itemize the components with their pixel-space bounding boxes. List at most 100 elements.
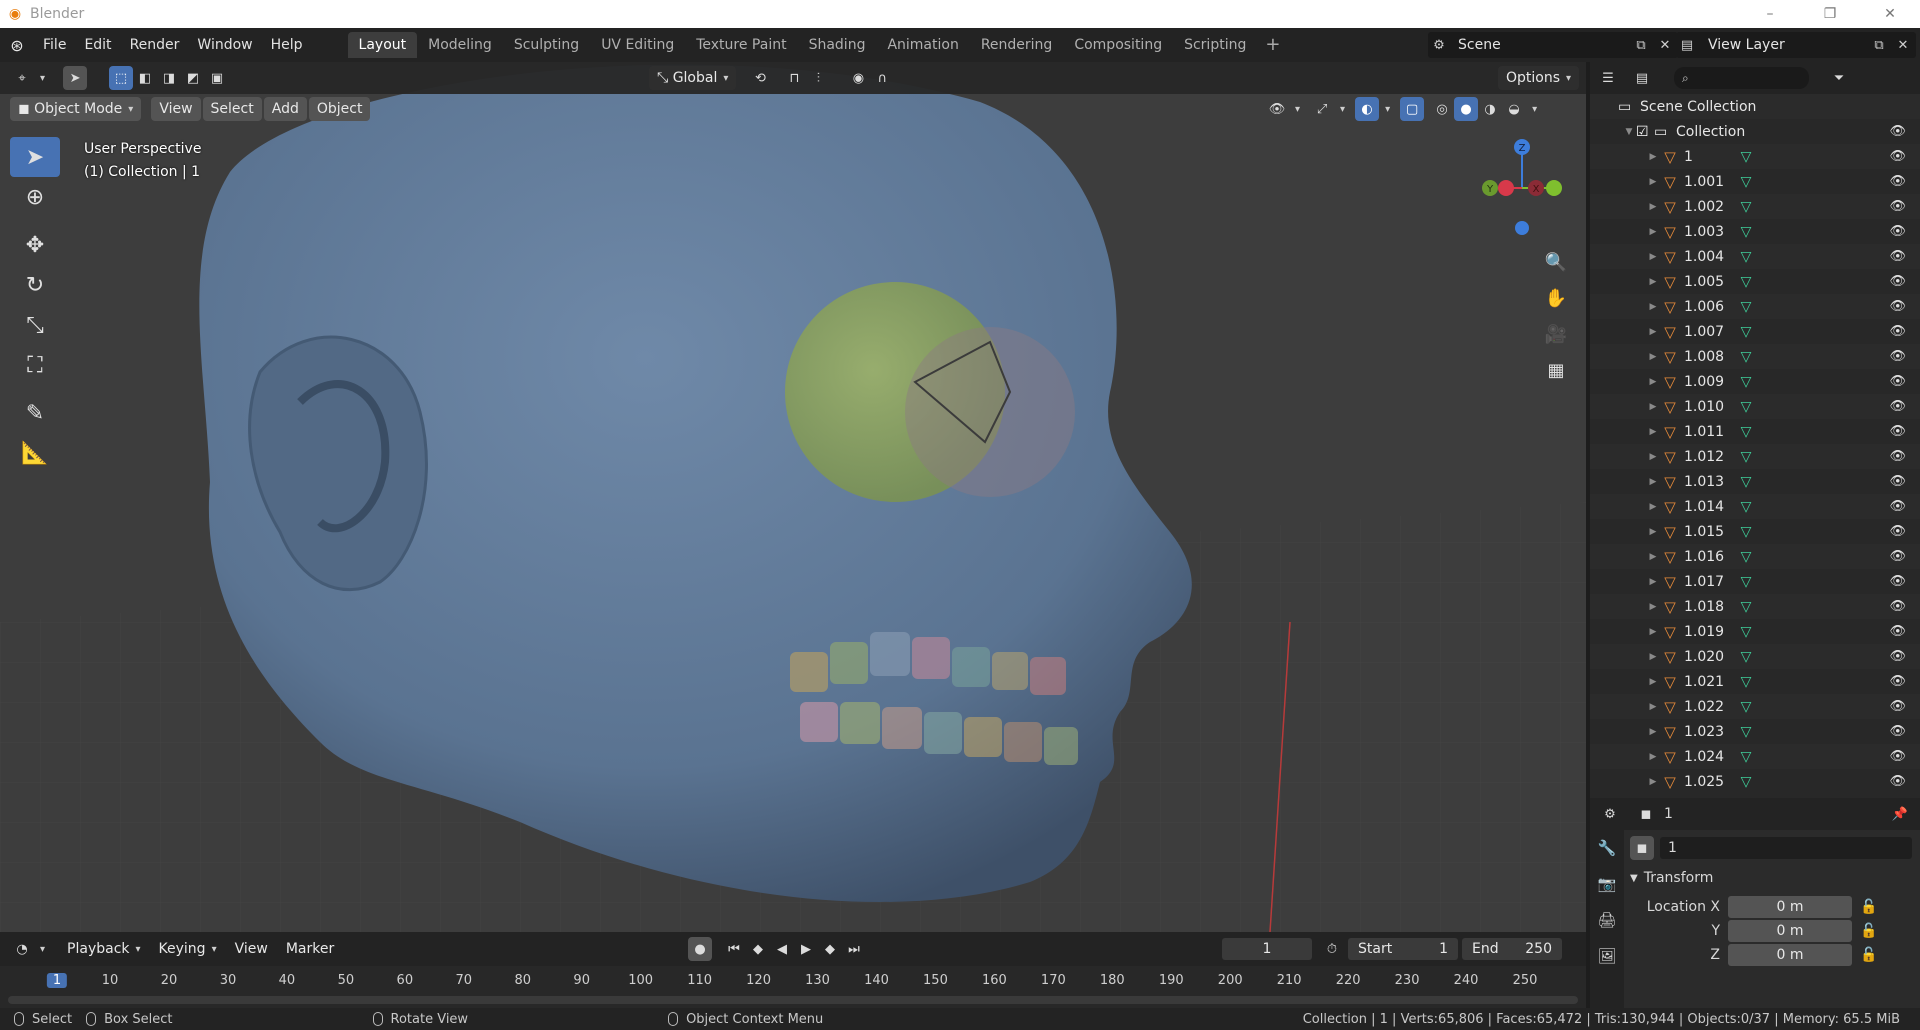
mesh-data-icon[interactable]: ▽ — [1736, 224, 1756, 240]
select-box-tool-icon[interactable]: ➤ — [10, 137, 60, 177]
eye-icon[interactable]: 👁 — [1889, 749, 1906, 764]
menu-help[interactable]: Help — [262, 28, 312, 62]
tab-layout[interactable]: Layout — [347, 32, 418, 58]
snap-target-icon[interactable]: ⫶ — [806, 66, 830, 90]
lock-icon[interactable]: 🔓 — [1860, 923, 1877, 939]
jump-end-icon[interactable]: ⏭ — [842, 937, 866, 961]
location-x-field[interactable]: 0 m — [1728, 896, 1852, 918]
perspective-toggle-icon[interactable]: ▦ — [1540, 352, 1572, 388]
current-frame-field[interactable]: 1 — [1222, 938, 1312, 960]
chevron-down-icon[interactable]: ▾ — [40, 73, 45, 84]
scene-selector[interactable]: ⚙ Scene ⧉ ✕ — [1428, 32, 1678, 58]
expand-icon[interactable]: ▶ — [1646, 277, 1660, 287]
mesh-data-icon[interactable]: ▽ — [1736, 774, 1756, 790]
checkbox-icon[interactable]: ☑ — [1636, 124, 1654, 140]
object-mode-dropdown[interactable]: ◼ Object Mode ▾ — [10, 97, 142, 121]
menu-edit[interactable]: Edit — [75, 28, 120, 62]
chevron-down-icon[interactable]: ▾ — [40, 944, 45, 955]
eye-icon[interactable]: 👁 — [1889, 724, 1906, 739]
menu-playback[interactable]: Playback ▾ — [59, 937, 149, 961]
expand-icon[interactable]: ▶ — [1646, 527, 1660, 537]
snap-icon[interactable]: ⊓ — [782, 66, 806, 90]
eye-icon[interactable]: 👁 — [1889, 174, 1906, 189]
outliner-object-row[interactable]: ▶ ▽ 1.012 ▽ 👁 — [1590, 444, 1920, 469]
expand-icon[interactable]: ▶ — [1646, 402, 1660, 412]
overlays-icon[interactable]: ◐ — [1355, 97, 1380, 121]
menu-object[interactable]: Object — [308, 97, 371, 121]
expand-icon[interactable]: ▶ — [1646, 427, 1660, 437]
jump-keyframe-forward-icon[interactable]: ◆ — [818, 937, 842, 961]
mesh-data-icon[interactable]: ▽ — [1736, 724, 1756, 740]
outliner-object-row[interactable]: ▶ ▽ 1.013 ▽ 👁 — [1590, 469, 1920, 494]
outliner-object-row[interactable]: ▶ ▽ 1.023 ▽ 👁 — [1590, 719, 1920, 744]
expand-icon[interactable]: ▶ — [1646, 177, 1660, 187]
select-new-icon[interactable]: ⬚ — [109, 66, 134, 90]
menu-keying[interactable]: Keying ▾ — [151, 937, 225, 961]
chevron-down-icon[interactable]: ▾ — [1340, 104, 1345, 115]
outliner-object-row[interactable]: ▶ ▽ 1.003 ▽ 👁 — [1590, 219, 1920, 244]
collection-row[interactable]: ▼ ☑ ▭ Collection 👁 — [1590, 119, 1920, 144]
outliner-object-row[interactable]: ▶ ▽ 1.006 ▽ 👁 — [1590, 294, 1920, 319]
tab-compositing[interactable]: Compositing — [1063, 32, 1173, 58]
start-frame-field[interactable]: Start 1 — [1348, 938, 1458, 960]
lock-icon[interactable]: 🔓 — [1860, 947, 1877, 963]
eye-icon[interactable]: 👁 — [1889, 374, 1906, 389]
jump-keyframe-back-icon[interactable]: ◆ — [746, 937, 770, 961]
lock-icon[interactable]: 🔓 — [1860, 899, 1877, 915]
timeline-editor-icon[interactable]: ◔ — [10, 937, 34, 961]
outliner-object-row[interactable]: ▶ ▽ 1.002 ▽ 👁 — [1590, 194, 1920, 219]
expand-icon[interactable]: ▶ — [1646, 777, 1660, 787]
mesh-data-icon[interactable]: ▽ — [1736, 274, 1756, 290]
eye-icon[interactable]: 👁 — [1889, 624, 1906, 639]
wireframe-shading-icon[interactable]: ◎ — [1430, 97, 1454, 121]
outliner-object-row[interactable]: ▶ ▽ 1.025 ▽ 👁 — [1590, 769, 1920, 794]
blender-menu-icon[interactable]: ⊛ — [0, 36, 34, 55]
outliner-object-row[interactable]: ▶ ▽ 1.021 ▽ 👁 — [1590, 669, 1920, 694]
camera-view-icon[interactable]: 🎥 — [1540, 316, 1572, 352]
outliner-object-row[interactable]: ▶ ▽ 1.017 ▽ 👁 — [1590, 569, 1920, 594]
eye-icon[interactable]: 👁 — [1889, 349, 1906, 364]
tab-scripting[interactable]: Scripting — [1173, 32, 1257, 58]
mesh-data-icon[interactable]: ▽ — [1736, 324, 1756, 340]
output-tab-icon[interactable]: 🖨 — [1590, 902, 1624, 938]
display-mode-icon[interactable]: ▤ — [1630, 66, 1654, 90]
outliner-object-row[interactable]: ▶ ▽ 1.014 ▽ 👁 — [1590, 494, 1920, 519]
expand-icon[interactable]: ▶ — [1646, 602, 1660, 612]
editor-type-icon[interactable]: ⌖ — [10, 66, 34, 90]
pin-icon[interactable]: 📌 — [1888, 802, 1912, 826]
eye-icon[interactable]: 👁 — [1889, 674, 1906, 689]
eye-icon[interactable]: 👁 — [1889, 124, 1906, 139]
mesh-data-icon[interactable]: ▽ — [1736, 674, 1756, 690]
xray-icon[interactable]: ▢ — [1400, 97, 1425, 121]
end-frame-field[interactable]: End 250 — [1462, 938, 1562, 960]
close-button[interactable]: ✕ — [1860, 0, 1920, 28]
chevron-down-icon[interactable]: ▾ — [1532, 104, 1537, 115]
menu-select[interactable]: Select — [202, 97, 262, 121]
select-subtract-icon[interactable]: ◨ — [157, 66, 181, 90]
menu-marker[interactable]: Marker — [278, 937, 342, 961]
tab-rendering[interactable]: Rendering — [970, 32, 1064, 58]
expand-icon[interactable]: ▶ — [1646, 302, 1660, 312]
object-data-icon[interactable]: ◼ — [1630, 836, 1654, 860]
menu-view[interactable]: View — [151, 97, 201, 121]
mesh-data-icon[interactable]: ▽ — [1736, 474, 1756, 490]
tab-sculpting[interactable]: Sculpting — [503, 32, 590, 58]
outliner-object-row[interactable]: ▶ ▽ 1.022 ▽ 👁 — [1590, 694, 1920, 719]
play-icon[interactable]: ▶ — [794, 937, 818, 961]
tab-shading[interactable]: Shading — [798, 32, 877, 58]
measure-tool-icon[interactable]: 📐 — [10, 433, 60, 473]
eye-icon[interactable]: 👁 — [1889, 524, 1906, 539]
expand-icon[interactable]: ▶ — [1646, 552, 1660, 562]
mesh-data-icon[interactable]: ▽ — [1736, 174, 1756, 190]
outliner-object-row[interactable]: ▶ ▽ 1.005 ▽ 👁 — [1590, 269, 1920, 294]
mesh-data-icon[interactable]: ▽ — [1736, 624, 1756, 640]
eye-icon[interactable]: 👁 — [1889, 199, 1906, 214]
eye-icon[interactable]: 👁 — [1889, 249, 1906, 264]
outliner-object-row[interactable]: ▶ ▽ 1.008 ▽ 👁 — [1590, 344, 1920, 369]
location-y-field[interactable]: 0 m — [1728, 920, 1852, 942]
rotate-tool-icon[interactable]: ↻ — [10, 265, 60, 305]
eye-icon[interactable]: 👁 — [1889, 324, 1906, 339]
expand-icon[interactable]: ▶ — [1646, 452, 1660, 462]
eye-icon[interactable]: 👁 — [1889, 149, 1906, 164]
expand-icon[interactable]: ▶ — [1646, 252, 1660, 262]
